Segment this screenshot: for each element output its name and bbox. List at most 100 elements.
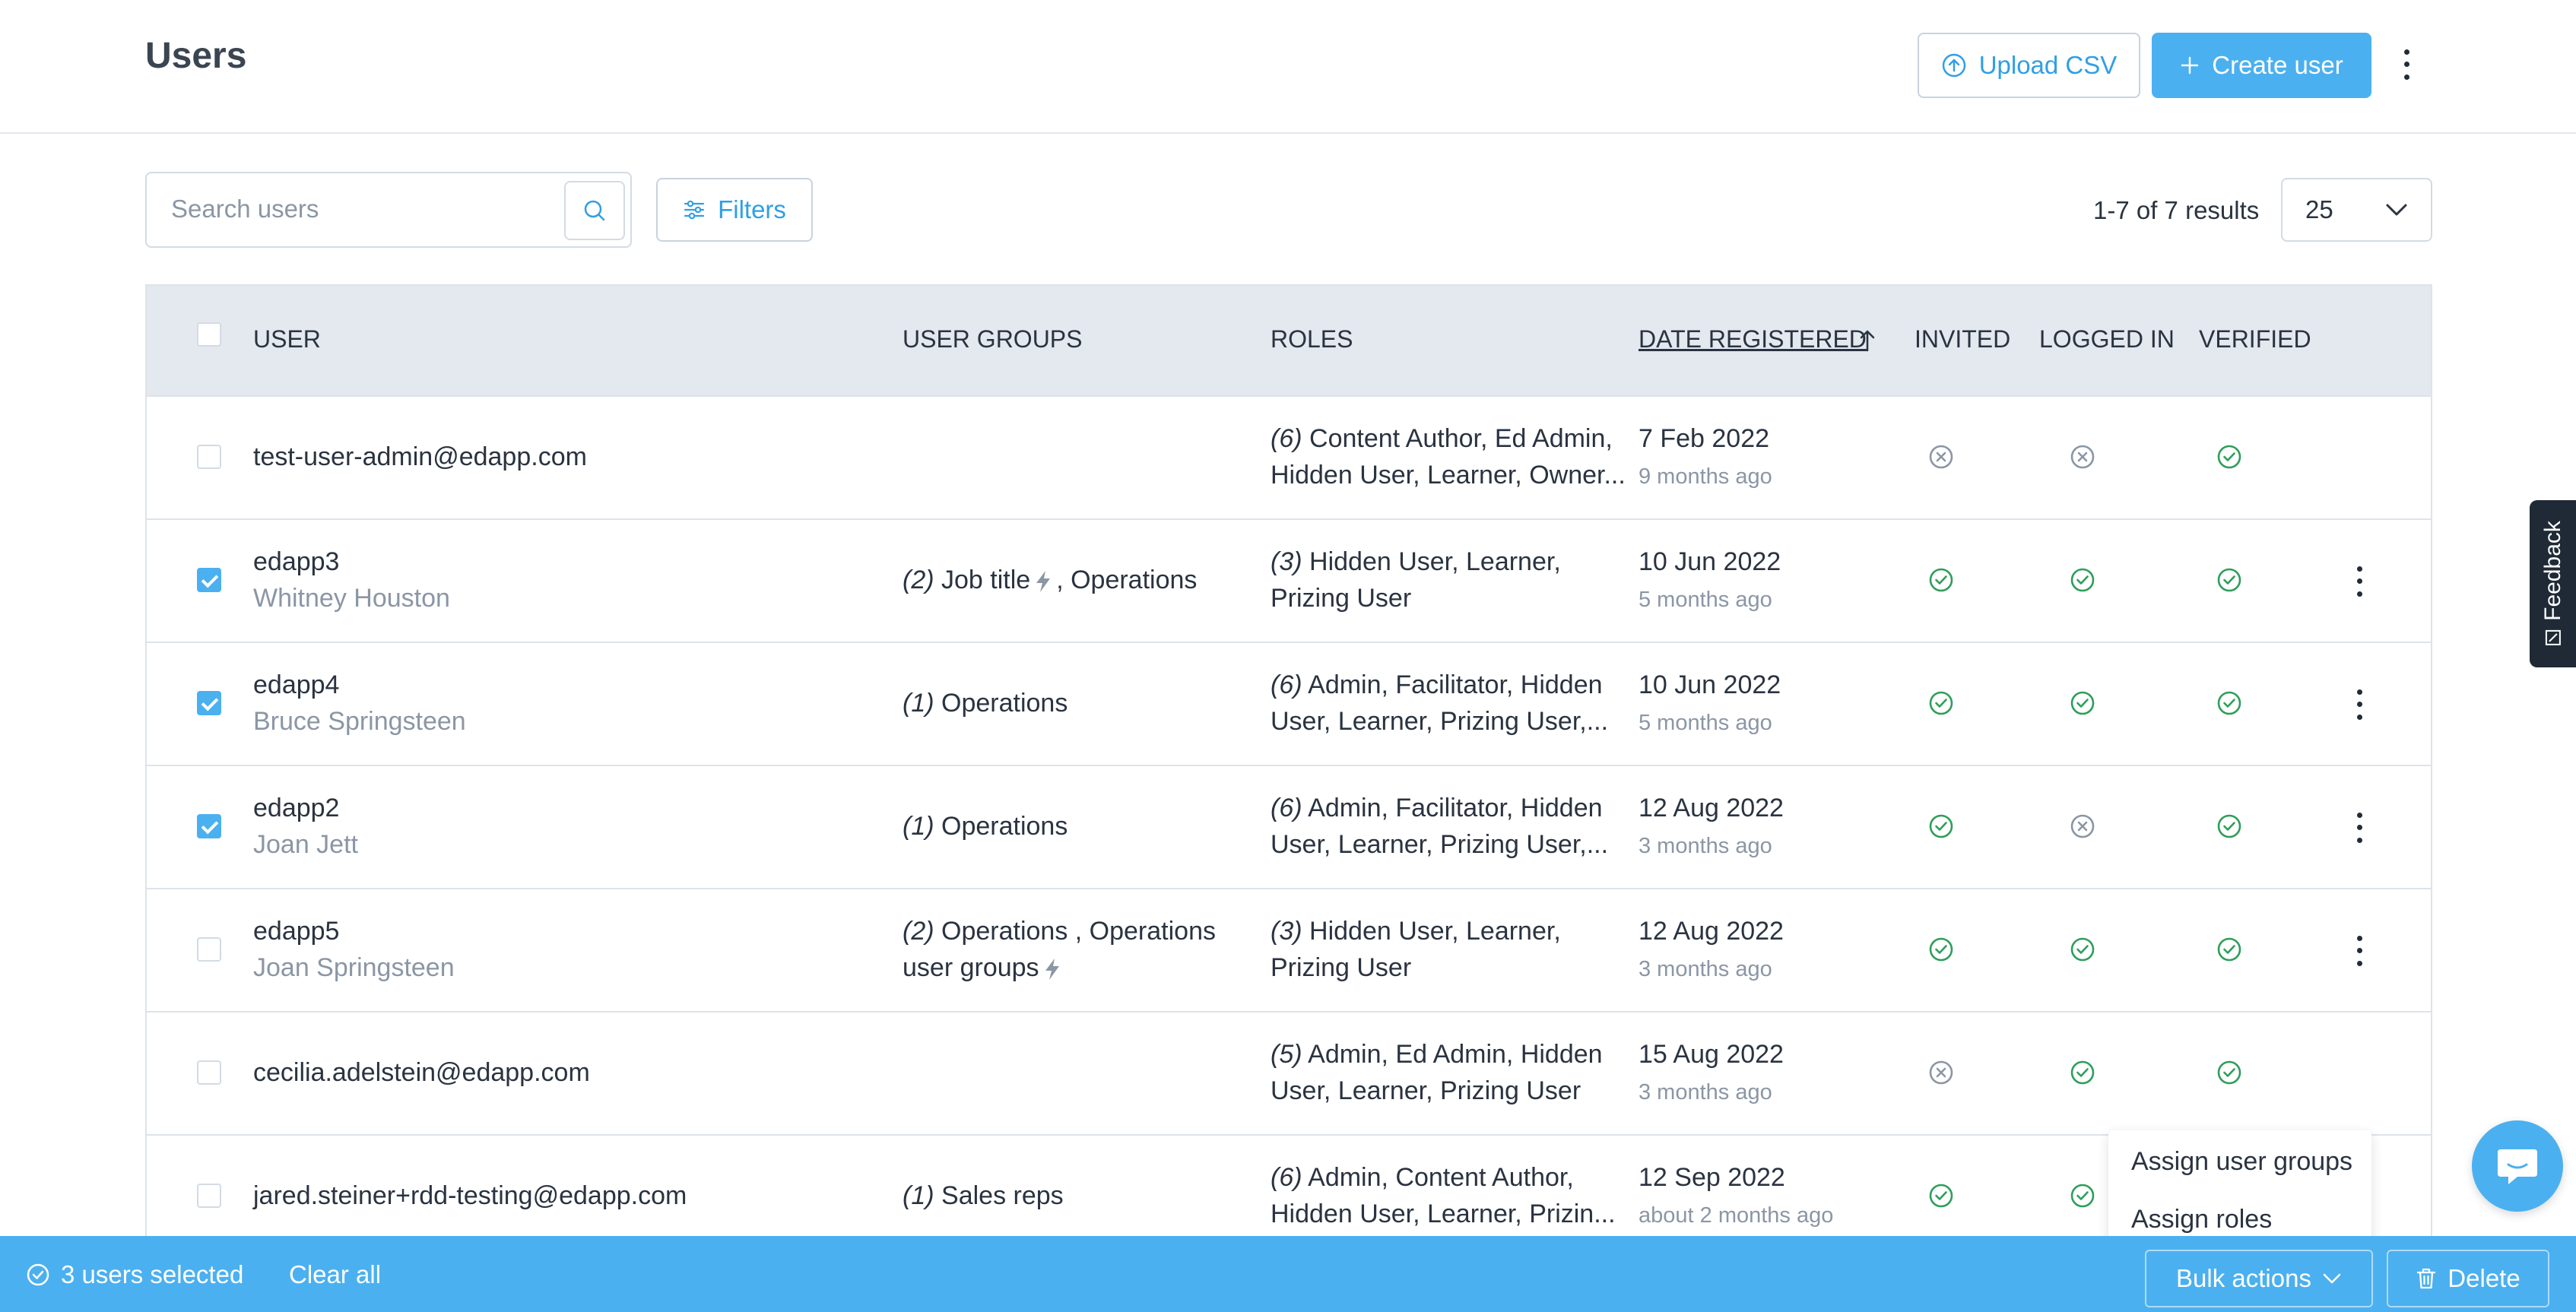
verified-check-icon (2217, 445, 2241, 469)
column-roles[interactable]: ROLES (1271, 325, 1353, 353)
groups-count: (1) (903, 1181, 934, 1210)
verified-check-icon (2217, 1060, 2241, 1085)
date-relative: 3 months ago (1639, 957, 1772, 981)
filters-button[interactable]: Filters (656, 178, 813, 242)
column-date-registered[interactable]: DATE REGISTERED (1639, 325, 1867, 353)
logged-in-check-icon (2070, 1184, 2095, 1208)
check-circle-icon (27, 1263, 49, 1286)
roles-text: Admin, Ed Admin, Hidden (1308, 1040, 1603, 1069)
row-checkbox[interactable] (197, 814, 221, 838)
column-invited[interactable]: INVITED (1915, 325, 2010, 353)
roles-count: (3) (1271, 547, 1302, 576)
column-user-groups[interactable]: USER GROUPS (903, 325, 1082, 353)
groups-text: Sales reps (941, 1181, 1064, 1210)
clear-all-link[interactable]: Clear all (289, 1260, 381, 1289)
date-relative: 3 months ago (1639, 1080, 1772, 1104)
verified-check-icon (2217, 691, 2241, 715)
user-email[interactable]: test-user-admin@edapp.com (253, 439, 587, 475)
feedback-label: Feedback (2540, 521, 2565, 621)
menu-item-assign-roles[interactable]: Assign roles (2131, 1205, 2272, 1234)
selection-count: 3 users selected (61, 1260, 244, 1288)
bulk-actions-button[interactable]: Bulk actions (2145, 1250, 2373, 1307)
groups-count: (1) (903, 812, 934, 841)
roles-count: (5) (1271, 1040, 1302, 1069)
user-email[interactable]: jared.steiner+rdd-testing@edapp.com (253, 1177, 687, 1214)
date-registered: 15 Aug 2022 (1639, 1040, 1784, 1069)
page-header: Users Upload CSV Create user (0, 0, 2576, 134)
upload-csv-button[interactable]: Upload CSV (1918, 33, 2140, 98)
search-box (145, 172, 632, 248)
column-logged-in[interactable]: LOGGED IN (2039, 325, 2175, 353)
chat-button[interactable] (2472, 1120, 2563, 1212)
chat-icon (2498, 1149, 2537, 1184)
groups-text: Operations (941, 689, 1068, 718)
sort-ascending-icon[interactable] (1857, 328, 1877, 353)
date-registered: 7 Feb 2022 (1639, 424, 1770, 453)
user-email[interactable]: cecilia.adelstein@edapp.com (253, 1054, 590, 1091)
per-page-select[interactable]: 25 (2281, 178, 2432, 242)
logged-in-cross-icon (2070, 814, 2095, 838)
user-name[interactable]: edapp5 (253, 913, 339, 949)
user-name[interactable]: edapp4 (253, 667, 339, 703)
user-roles: (5) Admin, Ed Admin, Hidden (1271, 1036, 1620, 1073)
table-row[interactable]: test-user-admin@edapp.com (6) Content Aut… (147, 395, 2431, 518)
per-page-value: 25 (2305, 195, 2333, 223)
row-checkbox[interactable] (197, 1060, 221, 1085)
page-title: Users (145, 36, 247, 76)
invited-check-icon (1929, 814, 1953, 838)
feedback-tab[interactable]: Feedback (2530, 500, 2576, 667)
row-checkbox[interactable] (197, 1184, 221, 1208)
logged-in-check-icon (2070, 937, 2095, 962)
row-checkbox[interactable] (197, 445, 221, 469)
row-checkbox[interactable] (197, 937, 221, 962)
roles-text: Admin, Content Author, (1308, 1163, 1574, 1192)
table-row[interactable]: edapp4 Bruce Springsteen (1) Operations (6)… (147, 642, 2431, 765)
upload-csv-label: Upload CSV (1978, 51, 2118, 79)
search-button[interactable] (564, 181, 625, 240)
row-checkbox[interactable] (197, 568, 221, 592)
invited-check-icon (1929, 568, 1953, 592)
invited-check-icon (1929, 1184, 1953, 1208)
column-user[interactable]: USER (253, 325, 321, 353)
roles-text: Content Author, Ed Admin, (1309, 424, 1613, 453)
row-more-options-icon[interactable] (2348, 932, 2371, 970)
roles-count: (6) (1271, 794, 1302, 822)
user-roles: (3) Hidden User, Learner, (1271, 543, 1620, 580)
create-user-button[interactable]: Create user (2152, 33, 2371, 98)
create-user-label: Create user (2212, 51, 2343, 79)
users-table: USER USER GROUPS ROLES DATE REGISTERED I… (145, 284, 2432, 1312)
bulk-actions-label: Bulk actions (2176, 1264, 2311, 1292)
groups-text: Operations (941, 812, 1068, 841)
row-checkbox[interactable] (197, 691, 221, 715)
edit-icon (2545, 629, 2561, 645)
user-name[interactable]: edapp3 (253, 543, 339, 580)
invited-cross-icon (1929, 445, 1953, 469)
groups-count: (1) (903, 689, 934, 718)
user-name[interactable]: edapp2 (253, 790, 339, 826)
row-more-options-icon[interactable] (2348, 809, 2371, 847)
search-input[interactable] (171, 195, 536, 223)
row-more-options-icon[interactable] (2348, 563, 2371, 601)
invited-check-icon (1929, 937, 1953, 962)
trash-icon (2417, 1268, 2436, 1289)
delete-button[interactable]: Delete (2387, 1250, 2549, 1307)
table-row[interactable]: edapp5 Joan Springsteen (2) Operations , O… (147, 888, 2431, 1011)
more-options-icon[interactable] (2395, 46, 2418, 84)
user-roles-continued: Prizing User (1271, 953, 1412, 982)
logged-in-check-icon (2070, 568, 2095, 592)
verified-check-icon (2217, 568, 2241, 592)
table-row[interactable]: edapp2 Joan Jett (1) Operations (6) Admin, … (147, 765, 2431, 888)
table-row[interactable]: edapp3 Whitney Houston (2) Job title , Oper… (147, 518, 2431, 642)
column-verified[interactable]: VERIFIED (2199, 325, 2311, 353)
select-all-checkbox[interactable] (197, 322, 221, 347)
logged-in-check-icon (2070, 1060, 2095, 1085)
user-groups: (2) Operations , Operations (903, 913, 1216, 949)
verified-check-icon (2217, 814, 2241, 838)
groups-text-line2: user groups (903, 953, 1039, 982)
menu-item-assign-user-groups[interactable]: Assign user groups (2131, 1147, 2352, 1177)
user-roles-continued: User, Learner, Prizing User,... (1271, 830, 1609, 859)
user-groups: (1) Operations (903, 685, 1068, 721)
user-roles-continued: Prizing User (1271, 584, 1412, 613)
table-row[interactable]: cecilia.adelstein@edapp.com (5) Admin, Ed… (147, 1011, 2431, 1134)
row-more-options-icon[interactable] (2348, 686, 2371, 724)
